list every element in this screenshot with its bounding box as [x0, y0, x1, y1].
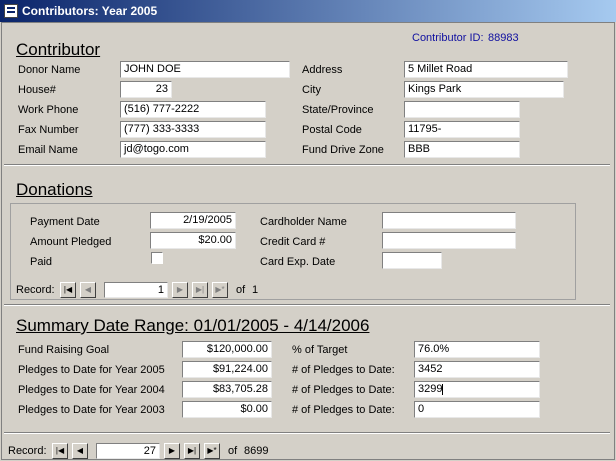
- pledges-2003-label: Pledges to Date for Year 2003: [18, 404, 165, 416]
- new-record-icon: ▶*: [207, 446, 217, 455]
- cardholder-name-label: Cardholder Name: [260, 216, 347, 228]
- subform-next-record-button[interactable]: ▶: [172, 282, 188, 298]
- pledge-count-2004-value: 3299: [418, 383, 443, 395]
- pledges-2005-label: Pledges to Date for Year 2005: [18, 364, 165, 376]
- contributor-id-label: Contributor ID:: [412, 32, 484, 44]
- house-label: House#: [18, 84, 56, 96]
- card-exp-date-field[interactable]: [382, 252, 442, 269]
- next-record-button[interactable]: ▶: [164, 443, 180, 459]
- pledge-count-2003-label: # of Pledges to Date:: [292, 404, 395, 416]
- form-icon: [4, 4, 18, 18]
- address-field[interactable]: 5 Millet Road: [404, 61, 568, 78]
- main-of-label: of: [228, 445, 238, 457]
- window-title: Contributors: Year 2005: [22, 4, 158, 18]
- state-label: State/Province: [302, 104, 374, 116]
- fax-field[interactable]: (777) 333-3333: [120, 121, 266, 138]
- new-record-icon: ▶*: [215, 285, 225, 294]
- subform-of-label: of: [236, 284, 246, 296]
- address-label: Address: [302, 64, 343, 76]
- fund-drive-zone-label: Fund Drive Zone: [302, 144, 384, 156]
- pledges-2003-field[interactable]: $0.00: [182, 401, 272, 418]
- pledge-count-2004-label: # of Pledges to Date:: [292, 384, 395, 396]
- work-phone-field[interactable]: (516) 777-2222: [120, 101, 266, 118]
- email-label: Email Name: [18, 144, 78, 156]
- donations-section-title: Donations: [16, 180, 93, 199]
- postal-code-field[interactable]: 11795-: [404, 121, 520, 138]
- donor-name-label: Donor Name: [18, 64, 81, 76]
- paid-checkbox[interactable]: [151, 252, 163, 264]
- next-record-icon: ▶: [168, 446, 176, 455]
- credit-card-label: Credit Card #: [260, 236, 326, 248]
- amount-pledged-label: Amount Pledged: [30, 236, 112, 248]
- pledge-count-2005-field[interactable]: 3452: [414, 361, 540, 378]
- contributor-id-value: 88983: [488, 32, 519, 44]
- divider: [4, 164, 610, 166]
- main-record-total: 8699: [244, 445, 269, 457]
- main-record-label: Record:: [8, 445, 47, 457]
- cardholder-name-field[interactable]: [382, 212, 516, 229]
- first-record-icon: |◀: [63, 285, 73, 294]
- postal-code-label: Postal Code: [302, 124, 362, 136]
- email-field[interactable]: jd@togo.com: [120, 141, 266, 158]
- new-record-button[interactable]: ▶*: [204, 443, 220, 459]
- previous-record-button[interactable]: ◀: [72, 443, 88, 459]
- payment-date-label: Payment Date: [30, 216, 100, 228]
- city-field[interactable]: Kings Park: [404, 81, 564, 98]
- last-record-icon: ▶|: [187, 446, 197, 455]
- work-phone-label: Work Phone: [18, 104, 79, 116]
- percent-of-target-field[interactable]: 76.0%: [414, 341, 540, 358]
- subform-new-record-button[interactable]: ▶*: [212, 282, 228, 298]
- summary-section-title: Summary Date Range: 01/01/2005 - 4/14/20…: [16, 316, 370, 335]
- first-record-icon: |◀: [55, 446, 65, 455]
- fund-raising-goal-label: Fund Raising Goal: [18, 344, 110, 356]
- fax-label: Fax Number: [18, 124, 79, 136]
- pledge-count-2003-field[interactable]: 0: [414, 401, 540, 418]
- record-number-input[interactable]: 27: [96, 443, 160, 459]
- previous-record-icon: ◀: [76, 446, 84, 455]
- previous-record-icon: ◀: [84, 285, 92, 294]
- pledge-count-2004-field[interactable]: 3299: [414, 381, 540, 398]
- divider: [4, 432, 610, 434]
- house-field[interactable]: 23: [120, 81, 172, 98]
- subform-previous-record-button[interactable]: ◀: [80, 282, 96, 298]
- state-field[interactable]: [404, 101, 520, 118]
- fund-raising-goal-field[interactable]: $120,000.00: [182, 341, 272, 358]
- subform-first-record-button[interactable]: |◀: [60, 282, 76, 298]
- city-label: City: [302, 84, 321, 96]
- pledges-2004-field[interactable]: $83,705.28: [182, 381, 272, 398]
- card-exp-date-label: Card Exp. Date: [260, 256, 336, 268]
- last-record-icon: ▶|: [195, 285, 205, 294]
- percent-of-target-label: % of Target: [292, 344, 348, 356]
- paid-label: Paid: [30, 256, 53, 268]
- last-record-button[interactable]: ▶|: [184, 443, 200, 459]
- amount-pledged-field[interactable]: $20.00: [150, 232, 236, 249]
- contributor-section-title: Contributor: [16, 40, 101, 59]
- text-cursor: [442, 383, 444, 395]
- pledge-count-2005-label: # of Pledges to Date:: [292, 364, 395, 376]
- first-record-button[interactable]: |◀: [52, 443, 68, 459]
- credit-card-field[interactable]: [382, 232, 516, 249]
- pledges-2004-label: Pledges to Date for Year 2004: [18, 384, 165, 396]
- subform-last-record-button[interactable]: ▶|: [192, 282, 208, 298]
- divider: [4, 304, 610, 306]
- subform-record-number-input[interactable]: 1: [104, 282, 168, 298]
- pledges-2005-field[interactable]: $91,224.00: [182, 361, 272, 378]
- payment-date-field[interactable]: 2/19/2005: [150, 212, 236, 229]
- fund-drive-zone-field[interactable]: BBB: [404, 141, 520, 158]
- title-bar[interactable]: Contributors: Year 2005: [0, 0, 616, 22]
- subform-record-total: 1: [252, 284, 259, 296]
- subform-record-label: Record:: [16, 284, 55, 296]
- donor-name-field[interactable]: JOHN DOE: [120, 61, 290, 78]
- next-record-icon: ▶: [176, 285, 184, 294]
